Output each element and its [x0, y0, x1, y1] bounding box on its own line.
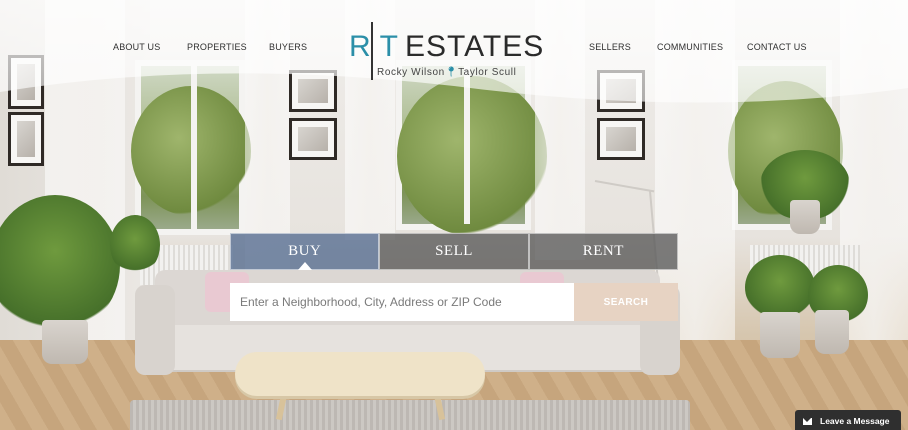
- nav-properties[interactable]: PROPERTIES: [187, 42, 247, 52]
- wall-frame: [289, 70, 337, 112]
- tab-sell[interactable]: SELL: [379, 233, 529, 270]
- search-input[interactable]: [230, 283, 574, 321]
- site-logo[interactable]: RT ESTATES Rocky Wilson📍︎Taylor Scull: [347, 20, 545, 82]
- rug: [130, 400, 690, 430]
- wall-frame: [8, 112, 44, 166]
- logo-mark: RT: [349, 30, 399, 63]
- logo-divider: [371, 22, 373, 80]
- leave-message-label: Leave a Message: [820, 416, 890, 426]
- nav-contact-us[interactable]: CONTACT US: [747, 42, 807, 52]
- nav-buyers[interactable]: BUYERS: [269, 42, 307, 52]
- wall-frame: [597, 118, 645, 160]
- nav-sellers[interactable]: SELLERS: [589, 42, 631, 52]
- logo-wordmark: ESTATES: [405, 30, 545, 63]
- nav-communities[interactable]: COMMUNITIES: [657, 42, 723, 52]
- coffee-table: [235, 352, 485, 396]
- search-button[interactable]: SEARCH: [574, 283, 678, 321]
- search-bar: SEARCH: [230, 283, 678, 321]
- wall-frame: [289, 118, 337, 160]
- nav-about-us[interactable]: ABOUT US: [113, 42, 160, 52]
- leave-message-button[interactable]: Leave a Message: [795, 410, 901, 430]
- location-pin-icon: 📍︎: [444, 67, 459, 78]
- logo-agents: Rocky Wilson📍︎Taylor Scull: [377, 67, 517, 78]
- search-tabs: BUY SELL RENT: [230, 233, 678, 270]
- tab-buy[interactable]: BUY: [230, 233, 380, 270]
- envelope-icon: [803, 417, 812, 425]
- window-left: [131, 60, 251, 235]
- tab-rent[interactable]: RENT: [528, 233, 678, 270]
